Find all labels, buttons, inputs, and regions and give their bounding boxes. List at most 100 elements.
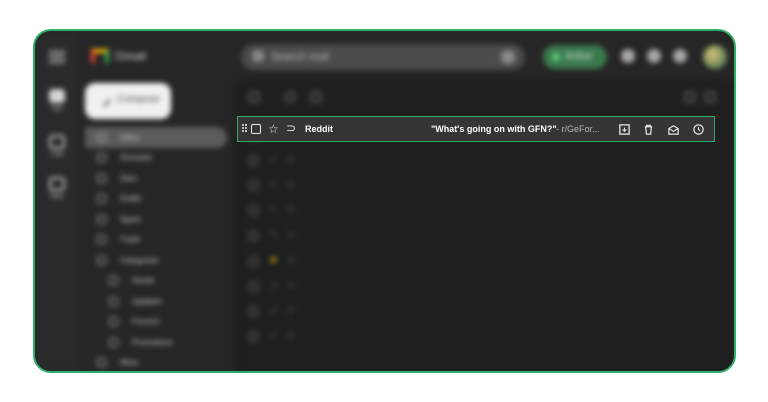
table-row[interactable]: ☆⊃ bbox=[235, 274, 734, 299]
search-options-icon[interactable] bbox=[501, 50, 515, 64]
row-checkbox[interactable] bbox=[249, 331, 258, 341]
app-rail: Mail Chat Meet bbox=[35, 31, 79, 371]
row-checkbox[interactable] bbox=[249, 181, 258, 191]
star-icon[interactable]: ★ bbox=[269, 255, 278, 266]
important-marker-icon[interactable]: ⊃ bbox=[287, 154, 295, 165]
star-icon[interactable]: ☆ bbox=[269, 179, 278, 190]
sidebar-item-label: Snoozed bbox=[120, 153, 152, 163]
refresh-icon[interactable] bbox=[285, 92, 295, 102]
sidebar-item-label: Social bbox=[132, 276, 154, 286]
sidebar-item-spam[interactable]: Spam bbox=[79, 209, 231, 230]
clock-icon bbox=[97, 153, 106, 163]
row-checkbox[interactable] bbox=[249, 231, 258, 241]
trash-icon[interactable] bbox=[642, 123, 655, 136]
rail-item-label: Meet bbox=[50, 194, 64, 200]
important-marker-icon[interactable]: ⊃ bbox=[287, 255, 295, 266]
sidebar-item-updates[interactable]: Updates bbox=[79, 291, 231, 312]
important-marker-icon[interactable]: ⊃ bbox=[287, 305, 295, 316]
sidebar-item-more[interactable]: More bbox=[79, 353, 231, 372]
star-icon[interactable]: ☆ bbox=[269, 154, 278, 165]
sidebar-item-label: More bbox=[120, 358, 139, 368]
row-checkbox[interactable] bbox=[249, 156, 258, 166]
table-row[interactable]: ☆⊃ bbox=[235, 198, 734, 223]
rail-item-mail[interactable]: Mail bbox=[43, 89, 71, 112]
forum-icon bbox=[109, 317, 118, 327]
row-checkbox[interactable] bbox=[249, 306, 258, 316]
list-toolbar bbox=[245, 89, 725, 107]
rail-item-meet[interactable]: Meet bbox=[43, 177, 71, 200]
settings-icon[interactable] bbox=[647, 49, 661, 63]
status-label: Active bbox=[565, 51, 593, 62]
sidebar-item-label: Trash bbox=[120, 235, 141, 245]
sidebar-item-snoozed[interactable]: Snoozed bbox=[79, 148, 231, 169]
compose-button[interactable]: Compose bbox=[85, 83, 171, 119]
row-checkbox[interactable] bbox=[249, 206, 258, 216]
drag-handle-icon[interactable] bbox=[242, 124, 248, 134]
table-row[interactable]: ☆⊃ bbox=[235, 299, 734, 324]
gmail-logo[interactable]: Gmail bbox=[91, 49, 146, 63]
important-marker-icon[interactable]: ⊃ bbox=[287, 229, 295, 240]
sidebar-item-sent[interactable]: Sent bbox=[79, 168, 231, 189]
sidebar-item-categories[interactable]: Categories bbox=[79, 250, 231, 271]
chevron-left-icon[interactable] bbox=[685, 92, 695, 102]
email-sender: Reddit bbox=[305, 124, 333, 134]
pencil-icon bbox=[96, 92, 112, 108]
help-icon[interactable] bbox=[621, 49, 635, 63]
star-icon[interactable]: ☆ bbox=[269, 330, 278, 341]
main-menu-icon[interactable] bbox=[49, 51, 65, 63]
sidebar-item-trash[interactable]: Trash bbox=[79, 230, 231, 251]
important-marker-icon[interactable]: ⊃ bbox=[287, 330, 295, 341]
star-icon[interactable]: ☆ bbox=[269, 229, 278, 240]
mark-unread-icon[interactable] bbox=[667, 123, 680, 136]
select-all-checkbox[interactable] bbox=[249, 92, 259, 102]
apps-grid-icon[interactable] bbox=[673, 49, 687, 63]
sidebar-item-social[interactable]: Social bbox=[79, 271, 231, 292]
sidebar-item-drafts[interactable]: Drafts bbox=[79, 189, 231, 210]
important-marker-icon[interactable]: ⊃ bbox=[286, 121, 296, 135]
table-row[interactable]: ★ ⊃ bbox=[235, 249, 734, 274]
star-icon[interactable]: ☆ bbox=[269, 280, 278, 291]
important-marker-icon[interactable]: ⊃ bbox=[287, 280, 295, 291]
row-checkbox[interactable] bbox=[249, 281, 258, 291]
avatar[interactable] bbox=[703, 45, 727, 69]
sidebar-item-label: Spam bbox=[120, 214, 141, 224]
status-dot-icon bbox=[552, 53, 560, 61]
star-icon[interactable]: ☆ bbox=[268, 122, 279, 136]
row-checkbox[interactable] bbox=[249, 256, 258, 266]
important-marker-icon[interactable]: ⊃ bbox=[287, 204, 295, 215]
sidebar-item-label: Sent bbox=[120, 173, 137, 183]
chevron-right-icon[interactable] bbox=[705, 92, 715, 102]
chevron-down-icon bbox=[97, 358, 106, 368]
sidebar-nav: Inbox Snoozed Sent Drafts Spam Trash Cat… bbox=[79, 127, 231, 372]
star-icon[interactable]: ☆ bbox=[269, 305, 278, 316]
blurred-background: Mail Chat Meet Gmail Search mail Active bbox=[35, 31, 734, 371]
sidebar-item-forums[interactable]: Forums bbox=[79, 312, 231, 333]
star-icon[interactable]: ☆ bbox=[269, 204, 278, 215]
sidebar-item-label: Inbox bbox=[120, 132, 140, 142]
sidebar-item-promotions[interactable]: Promotions bbox=[79, 332, 231, 353]
email-row-highlighted[interactable]: ☆ ⊃ Reddit "What's going on with GFN?" -… bbox=[237, 116, 715, 142]
archive-icon[interactable] bbox=[618, 123, 631, 136]
table-row[interactable]: ☆⊃ bbox=[235, 223, 734, 248]
rail-item-label: Chat bbox=[50, 152, 64, 158]
rail-item-chat[interactable]: Chat bbox=[43, 135, 71, 158]
gmail-window: Mail Chat Meet Gmail Search mail Active bbox=[33, 29, 736, 373]
important-marker-icon[interactable]: ⊃ bbox=[287, 179, 295, 190]
search-placeholder: Search mail bbox=[271, 51, 330, 63]
sidebar-item-label: Drafts bbox=[120, 194, 142, 204]
table-row[interactable]: ☆⊃ bbox=[235, 173, 734, 198]
email-subject: "What's going on with GFN?" bbox=[431, 124, 557, 134]
snooze-icon[interactable] bbox=[692, 123, 705, 136]
trash-icon bbox=[97, 235, 106, 245]
search-bar[interactable]: Search mail bbox=[241, 44, 525, 70]
row-checkbox[interactable] bbox=[251, 124, 261, 134]
more-options-icon[interactable] bbox=[311, 92, 321, 102]
video-icon bbox=[49, 177, 65, 191]
sidebar-item-inbox[interactable]: Inbox bbox=[85, 127, 227, 148]
table-row[interactable]: ☆⊃ bbox=[235, 148, 734, 173]
compose-label: Compose bbox=[117, 94, 160, 105]
search-icon[interactable] bbox=[253, 51, 263, 61]
table-row[interactable]: ☆⊃ bbox=[235, 324, 734, 349]
sidebar-item-label: Updates bbox=[132, 296, 162, 306]
status-button[interactable]: Active bbox=[543, 45, 607, 69]
